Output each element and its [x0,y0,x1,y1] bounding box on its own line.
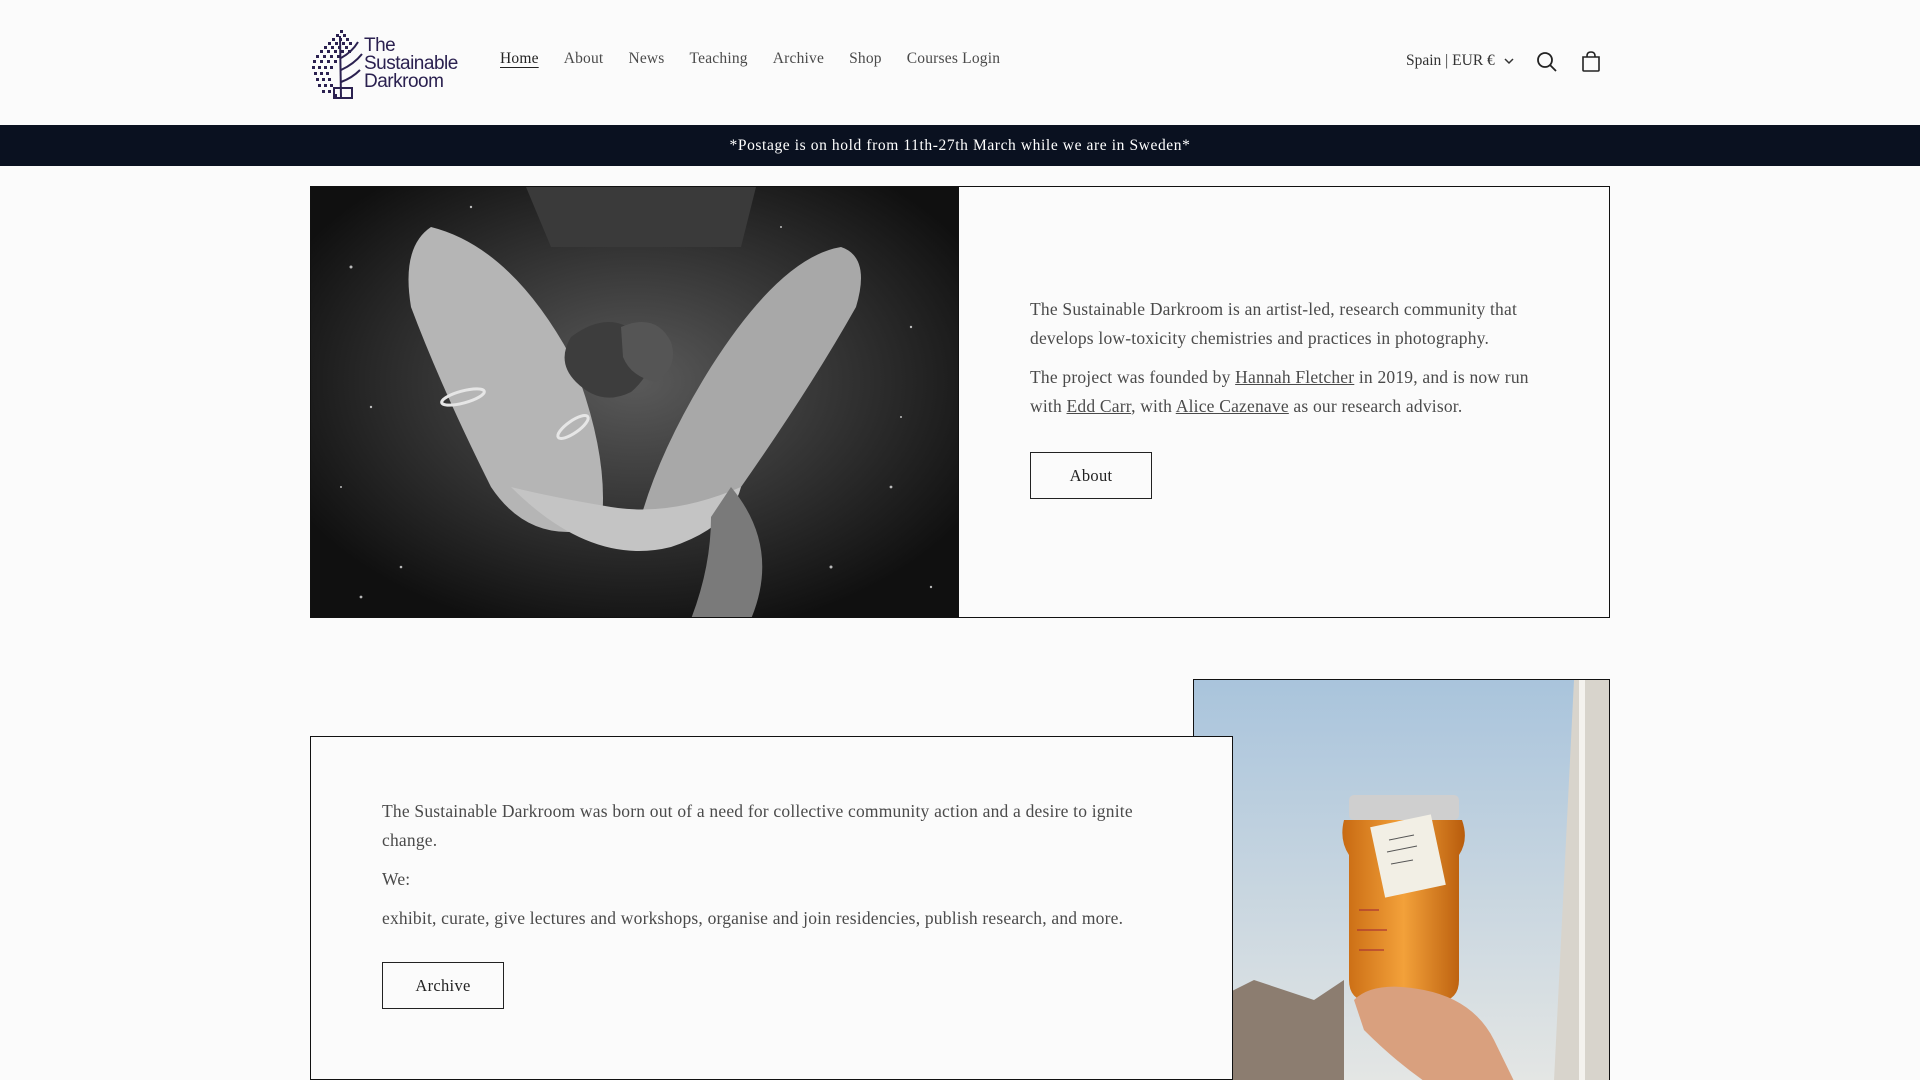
mission-paragraph-1: The Sustainable Darkroom was born out of… [382,801,1133,850]
logo-line-3: Darkroom [364,71,444,92]
nav-item-shop[interactable]: Shop [849,50,882,68]
locale-selector[interactable]: Spain | EUR € [1406,52,1515,70]
nav-item-news[interactable]: News [628,50,664,68]
mission-paragraph-3: exhibit, curate, give lectures and works… [382,908,1124,928]
site-header: The Sustainable Darkroom Home About News… [0,0,1920,125]
mission-paragraph-2: We: [382,869,411,889]
about-button[interactable]: About [1030,452,1152,499]
announcement-bar: *Postage is on hold from 11th-27th March… [0,125,1920,166]
nav-item-about[interactable]: About [564,50,604,68]
intro-text-segment: as our research advisor. [1288,396,1463,416]
mission-text: The Sustainable Darkroom was born out of… [382,797,1182,943]
intro-paragraph-2: The project was founded by Hannah Fletch… [1030,363,1550,421]
search-icon[interactable] [1534,49,1560,75]
intro-text-segment: The project was founded by [1030,367,1236,387]
logo-icon [312,30,363,99]
nav-item-teaching[interactable]: Teaching [690,50,748,68]
intro-text: The Sustainable Darkroom is an artist-le… [1030,295,1550,431]
mission-panel: The Sustainable Darkroom was born out of… [310,736,1233,1080]
intro-paragraph-1: The Sustainable Darkroom is an artist-le… [1030,299,1518,348]
nav-item-home[interactable]: Home [500,50,539,68]
intro-text-segment: , with [1131,396,1176,416]
link-edd-carr[interactable]: Edd Carr [1067,396,1132,416]
nav-item-archive[interactable]: Archive [773,50,824,68]
chevron-down-icon [1504,58,1514,65]
logo-wordmark: The Sustainable Darkroom [364,36,458,92]
hands-photo-art [311,187,958,617]
link-alice-cazenave[interactable]: Alice Cazenave [1176,396,1289,416]
cart-icon[interactable] [1578,49,1604,75]
jar-photo-art [1194,680,1609,1080]
site-logo[interactable]: The Sustainable Darkroom [310,28,462,100]
locale-label: Spain | EUR € [1406,52,1495,69]
intro-panel: The Sustainable Darkroom is an artist-le… [959,186,1610,618]
jar-photo [1193,679,1610,1080]
nav-item-courses-login[interactable]: Courses Login [907,50,1000,68]
link-hannah-fletcher[interactable]: Hannah Fletcher [1235,367,1354,387]
archive-button[interactable]: Archive [382,962,504,1009]
hands-photo [310,186,959,618]
main-nav: Home About News Teaching Archive Shop Co… [500,50,1025,68]
